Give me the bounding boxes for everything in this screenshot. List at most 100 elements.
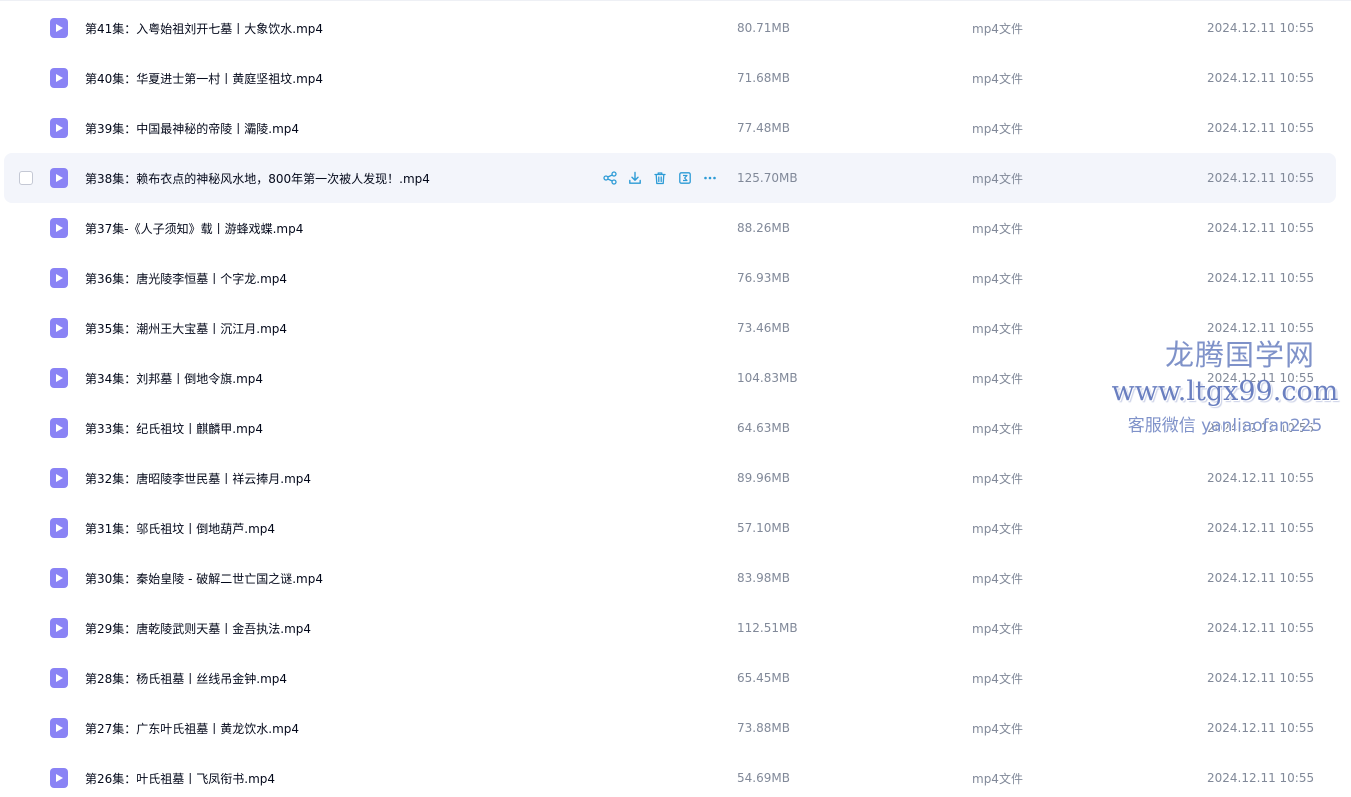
file-name[interactable]: 第33集：纪氏祖坟丨麒麟甲.mp4 <box>85 420 263 437</box>
file-row[interactable]: 第30集：秦始皇陵 - 破解二世亡国之谜.mp4 83.98MB mp4文件 2024… <box>4 553 1336 603</box>
file-name[interactable]: 第32集：唐昭陵李世民墓丨祥云捧月.mp4 <box>85 470 311 487</box>
row-actions <box>602 170 718 186</box>
delete-icon[interactable] <box>652 170 668 186</box>
file-name[interactable]: 第37集-《人子须知》载丨游蜂戏蝶.mp4 <box>85 220 303 237</box>
file-size: 77.48MB <box>737 121 790 135</box>
file-type: mp4文件 <box>972 671 1023 686</box>
file-type: mp4文件 <box>972 71 1023 86</box>
file-modified-date: 2024.12.11 10:55 <box>1207 21 1315 35</box>
file-modified-date: 2024.12.11 10:55 <box>1207 171 1315 185</box>
file-name[interactable]: 第27集：广东叶氏祖墓丨黄龙饮水.mp4 <box>85 720 299 737</box>
video-file-icon <box>50 568 68 588</box>
file-size: 88.26MB <box>737 221 790 235</box>
file-type: mp4文件 <box>972 321 1023 336</box>
file-type: mp4文件 <box>972 621 1023 636</box>
file-size: 83.98MB <box>737 571 790 585</box>
file-name[interactable]: 第31集：邬氏祖坟丨倒地葫芦.mp4 <box>85 520 275 537</box>
file-name[interactable]: 第40集：华夏进士第一村丨黄庭坚祖坟.mp4 <box>85 70 323 87</box>
video-file-icon <box>50 368 68 388</box>
video-file-icon <box>50 18 68 38</box>
file-size: 64.63MB <box>737 421 790 435</box>
file-type: mp4文件 <box>972 221 1023 236</box>
file-size: 73.46MB <box>737 321 790 335</box>
video-file-icon <box>50 268 68 288</box>
file-type: mp4文件 <box>972 421 1023 436</box>
file-modified-date: 2024.12.11 10:55 <box>1207 771 1315 785</box>
file-type: mp4文件 <box>972 721 1023 736</box>
file-name[interactable]: 第29集：唐乾陵武则天墓丨金吾执法.mp4 <box>85 620 311 637</box>
video-file-icon <box>50 68 68 88</box>
file-size: 54.69MB <box>737 771 790 785</box>
file-name[interactable]: 第35集：潮州王大宝墓丨沉江月.mp4 <box>85 320 287 337</box>
file-size: 57.10MB <box>737 521 790 535</box>
file-modified-date: 2024.12.11 10:55 <box>1207 121 1315 135</box>
divider <box>0 0 1351 1</box>
video-file-icon <box>50 468 68 488</box>
file-modified-date: 2024.12.11 10:55 <box>1207 471 1315 485</box>
file-name[interactable]: 第34集：刘邦墓丨倒地令旗.mp4 <box>85 370 263 387</box>
summary-icon[interactable] <box>677 170 693 186</box>
file-type: mp4文件 <box>972 271 1023 286</box>
file-type: mp4文件 <box>972 521 1023 536</box>
file-row[interactable]: 第36集：唐光陵李恒墓丨个字龙.mp4 76.93MB mp4文件 2024.12.1… <box>4 253 1336 303</box>
share-icon[interactable] <box>602 170 618 186</box>
file-type: mp4文件 <box>972 371 1023 386</box>
more-icon[interactable] <box>702 170 718 186</box>
file-size: 71.68MB <box>737 71 790 85</box>
file-size: 112.51MB <box>737 621 798 635</box>
file-name[interactable]: 第26集：叶氏祖墓丨飞凤衔书.mp4 <box>85 770 275 787</box>
file-modified-date: 2024.12.11 10:55 <box>1207 671 1315 685</box>
file-row[interactable]: 第32集：唐昭陵李世民墓丨祥云捧月.mp4 89.96MB mp4文件 2024.12… <box>4 453 1336 503</box>
file-row[interactable]: 第35集：潮州王大宝墓丨沉江月.mp4 73.46MB mp4文件 2024.12.1… <box>4 303 1336 353</box>
file-row[interactable]: 第41集：入粤始祖刘开七墓丨大象饮水.mp4 80.71MB mp4文件 2024.1… <box>4 3 1336 53</box>
file-list: 第41集：入粤始祖刘开七墓丨大象饮水.mp4 80.71MB mp4文件 2024.1… <box>0 0 1351 797</box>
file-modified-date: 2024.12.11 10:55 <box>1207 621 1315 635</box>
file-type: mp4文件 <box>972 171 1023 186</box>
video-file-icon <box>50 518 68 538</box>
file-type: mp4文件 <box>972 21 1023 36</box>
file-modified-date: 2024.12.11 10:55 <box>1207 321 1315 335</box>
file-row[interactable]: 第40集：华夏进士第一村丨黄庭坚祖坟.mp4 71.68MB mp4文件 2024.1… <box>4 53 1336 103</box>
video-file-icon <box>50 318 68 338</box>
file-row[interactable]: 第33集：纪氏祖坟丨麒麟甲.mp4 64.63MB mp4文件 2024.12.11 … <box>4 403 1336 453</box>
file-row[interactable]: 第37集-《人子须知》载丨游蜂戏蝶.mp4 88.26MB mp4文件 2024.12… <box>4 203 1336 253</box>
file-name[interactable]: 第38集：赖布衣点的神秘风水地，800年第一次被人发现！.mp4 <box>85 170 430 187</box>
file-name[interactable]: 第28集：杨氏祖墓丨丝线吊金钟.mp4 <box>85 670 287 687</box>
file-modified-date: 2024.12.11 10:55 <box>1207 271 1315 285</box>
file-row[interactable]: 第27集：广东叶氏祖墓丨黄龙饮水.mp4 73.88MB mp4文件 2024.12.… <box>4 703 1336 753</box>
file-type: mp4文件 <box>972 121 1023 136</box>
file-row[interactable]: 第31集：邬氏祖坟丨倒地葫芦.mp4 57.10MB mp4文件 2024.12.11… <box>4 503 1336 553</box>
download-icon[interactable] <box>627 170 643 186</box>
file-modified-date: 2024.12.11 10:55 <box>1207 71 1315 85</box>
video-file-icon <box>50 718 68 738</box>
file-row[interactable]: 第34集：刘邦墓丨倒地令旗.mp4 104.83MB mp4文件 2024.12.11… <box>4 353 1336 403</box>
file-row[interactable]: 第28集：杨氏祖墓丨丝线吊金钟.mp4 65.45MB mp4文件 2024.12.1… <box>4 653 1336 703</box>
file-modified-date: 2024.12.11 10:55 <box>1207 221 1315 235</box>
file-type: mp4文件 <box>972 571 1023 586</box>
video-file-icon <box>50 418 68 438</box>
file-size: 80.71MB <box>737 21 790 35</box>
file-row[interactable]: 第39集：中国最神秘的帝陵丨灞陵.mp4 77.48MB mp4文件 2024.12.… <box>4 103 1336 153</box>
file-type: mp4文件 <box>972 771 1023 786</box>
file-type: mp4文件 <box>972 471 1023 486</box>
file-name[interactable]: 第36集：唐光陵李恒墓丨个字龙.mp4 <box>85 270 287 287</box>
file-name[interactable]: 第41集：入粤始祖刘开七墓丨大象饮水.mp4 <box>85 20 323 37</box>
file-row[interactable]: 第26集：叶氏祖墓丨飞凤衔书.mp4 54.69MB mp4文件 2024.12.11… <box>4 753 1336 797</box>
video-file-icon <box>50 218 68 238</box>
file-size: 89.96MB <box>737 471 790 485</box>
file-modified-date: 2024.12.11 10:55 <box>1207 571 1315 585</box>
file-name[interactable]: 第39集：中国最神秘的帝陵丨灞陵.mp4 <box>85 120 299 137</box>
row-checkbox[interactable] <box>19 171 33 185</box>
file-size: 104.83MB <box>737 371 798 385</box>
file-size: 73.88MB <box>737 721 790 735</box>
file-row[interactable]: 第38集：赖布衣点的神秘风水地，800年第一次被人发现！.mp4 125.70MB… <box>4 153 1336 203</box>
file-size: 125.70MB <box>737 171 798 185</box>
file-size: 65.45MB <box>737 671 790 685</box>
file-modified-date: 2024.12.11 10:55 <box>1207 521 1315 535</box>
file-row[interactable]: 第29集：唐乾陵武则天墓丨金吾执法.mp4 112.51MB mp4文件 2024.1… <box>4 603 1336 653</box>
file-name[interactable]: 第30集：秦始皇陵 - 破解二世亡国之谜.mp4 <box>85 570 323 587</box>
video-file-icon <box>50 118 68 138</box>
video-file-icon <box>50 668 68 688</box>
file-modified-date: 2024.12.11 10:55 <box>1207 371 1315 385</box>
video-file-icon <box>50 768 68 788</box>
